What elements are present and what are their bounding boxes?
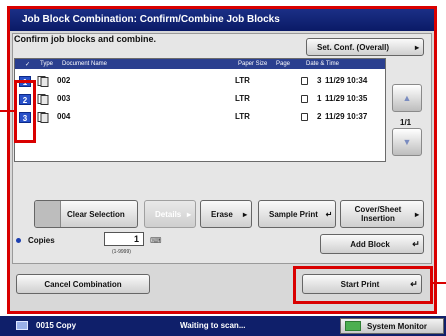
paper-size: LTR (235, 76, 250, 85)
chevron-right-icon: ▸ (242, 209, 247, 219)
callout-box-start-print (293, 266, 433, 304)
details-label: Details (155, 209, 182, 219)
copies-range: (1-9999) (112, 249, 131, 255)
copy-job-icon (16, 321, 28, 330)
set-conf-overall-label: Set. Conf. (Overall) (317, 42, 390, 52)
callout-line-right (433, 282, 446, 284)
document-icon (37, 76, 49, 87)
return-icon: ↵ (325, 209, 333, 219)
add-block-button[interactable]: Add Block ↵ (320, 234, 424, 254)
system-monitor-label: System Monitor (367, 321, 428, 331)
document-icon (37, 94, 49, 105)
col-paper-size: Paper Size (238, 61, 268, 67)
table-row[interactable]: 2 003 LTR 1 11/29 10:35 (15, 91, 385, 107)
scroll-up-button[interactable]: ▲ (392, 84, 422, 112)
document-icon (37, 112, 49, 123)
page-icon (301, 77, 308, 85)
page-count: 1 (317, 94, 322, 103)
monitor-icon (345, 321, 361, 331)
copies-input[interactable]: 1 (104, 232, 144, 246)
callout-box-block-numbers (14, 80, 36, 143)
triangle-down-icon: ▼ (402, 137, 412, 147)
table-row[interactable]: 3 004 LTR 2 11/29 10:37 (15, 109, 385, 125)
keypad-icon: ⌨ (150, 236, 162, 245)
table-row[interactable]: 1 002 LTR 3 11/29 10:34 (15, 73, 385, 89)
job-id: 0015 Copy (36, 321, 77, 330)
set-conf-overall-button[interactable]: Set. Conf. (Overall) ▸ (306, 38, 424, 56)
page-icon (301, 95, 308, 103)
erase-button[interactable]: Erase ▸ (200, 200, 252, 228)
cancel-combination-label: Cancel Combination (44, 279, 122, 289)
system-monitor-button[interactable]: System Monitor (340, 318, 444, 334)
cancel-combination-button[interactable]: Cancel Combination (16, 274, 150, 294)
bullet-icon (16, 238, 21, 243)
date-time: 11/29 10:35 (325, 94, 368, 103)
chevron-right-icon: ▸ (186, 209, 191, 219)
col-document-name: Document Name (62, 61, 108, 67)
copies-label: Copies (28, 236, 55, 245)
page-icon (301, 113, 308, 121)
cover-sheet-label: Cover/Sheet Insertion (354, 205, 402, 223)
col-type: Type (40, 61, 54, 67)
checkbox-column-icon: ✓ (24, 61, 31, 68)
cover-sheet-insertion-button[interactable]: Cover/Sheet Insertion ▸ (340, 200, 424, 228)
window-title: Job Block Combination: Confirm/Combine J… (10, 9, 434, 31)
paper-size: LTR (235, 112, 250, 121)
instruction-text: Confirm job blocks and combine. (14, 34, 157, 44)
clear-selection-label: Clear Selection (67, 209, 125, 219)
chevron-right-icon: ▸ (414, 209, 419, 219)
sample-print-button[interactable]: Sample Print ↵ (258, 200, 336, 228)
scan-status: Waiting to scan... (180, 321, 246, 330)
page-count: 3 (317, 76, 322, 85)
document-name: 002 (57, 76, 71, 85)
erase-label: Erase (211, 209, 233, 219)
job-block-list: ✓ Type Document Name Paper Size Page Dat… (14, 58, 386, 162)
paper-size: LTR (235, 94, 250, 103)
sample-print-label: Sample Print (269, 209, 318, 219)
details-button[interactable]: Details ▸ (144, 200, 196, 228)
status-bar: 0015 Copy Waiting to scan... System Moni… (0, 316, 446, 336)
col-date-time: Date & Time (306, 61, 340, 67)
return-icon: ↵ (412, 238, 420, 249)
triangle-up-icon: ▲ (402, 93, 412, 103)
date-time: 11/29 10:37 (325, 112, 368, 121)
page-count: 2 (317, 112, 322, 121)
chevron-right-icon: ▸ (414, 42, 419, 52)
scroll-down-button[interactable]: ▼ (392, 128, 422, 156)
document-name: 004 (57, 112, 71, 121)
document-name: 003 (57, 94, 71, 103)
list-header: ✓ Type Document Name Paper Size Page Dat… (15, 59, 385, 69)
page-indicator: 1/1 (400, 118, 412, 127)
date-time: 11/29 10:34 (325, 76, 368, 85)
clear-selection-button[interactable]: Clear Selection (34, 200, 138, 228)
callout-line-left (0, 110, 14, 112)
clear-selection-swatch (35, 201, 61, 227)
add-block-label: Add Block (350, 239, 390, 249)
col-page: Page (276, 61, 291, 67)
